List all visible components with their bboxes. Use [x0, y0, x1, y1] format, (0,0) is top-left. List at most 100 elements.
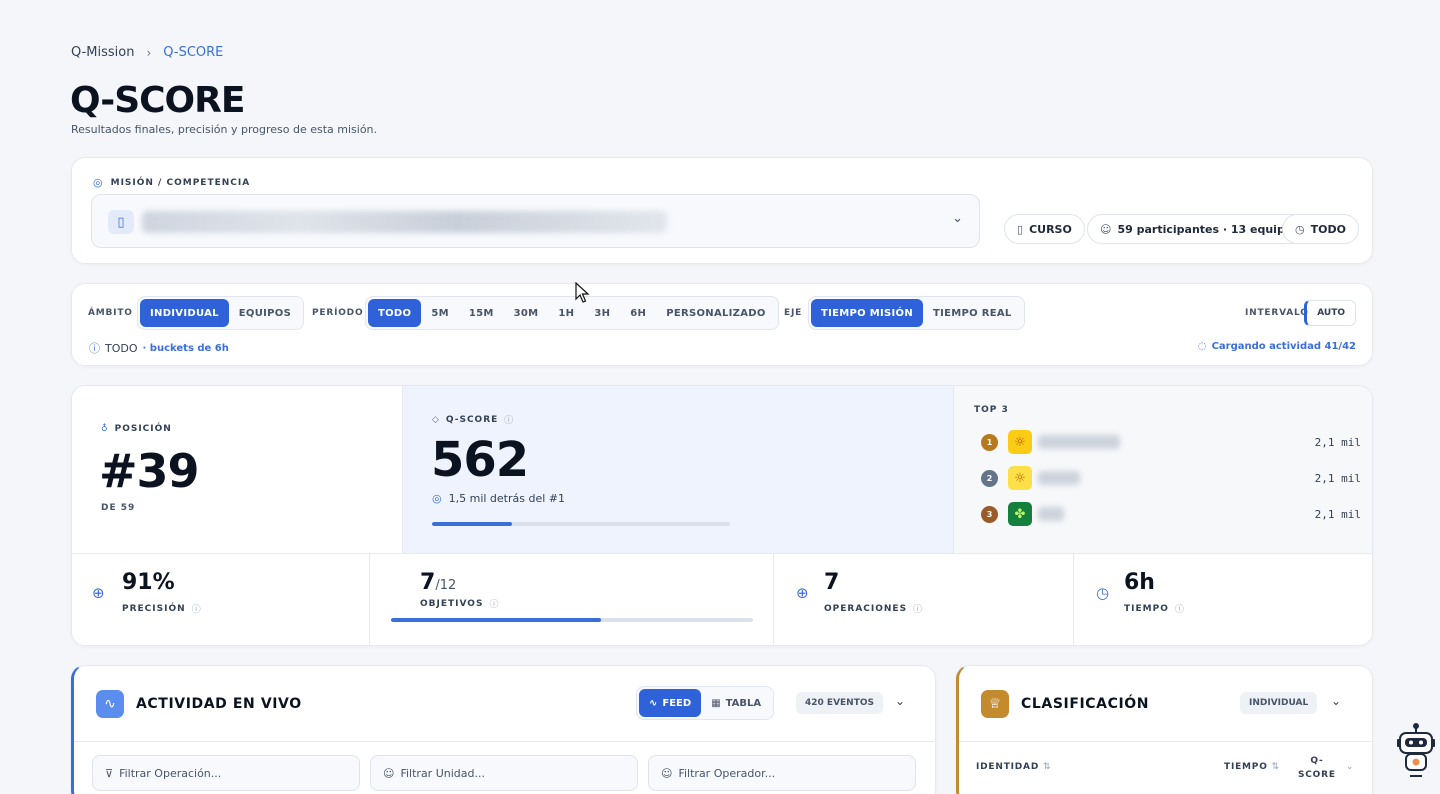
period-segment: TODO 5M 15M 30M 1H 3H 6H PERSONALIZADO	[365, 296, 779, 330]
top3-row[interactable]: 1 ☼ 2,1 mil	[981, 430, 1361, 454]
collapse-chevron-icon[interactable]: ⌄	[1331, 694, 1341, 708]
col-time[interactable]: TIEMPO ⇅	[1224, 762, 1280, 772]
breadcrumb: Q-Mission › Q-SCORE	[71, 45, 223, 60]
mission-select[interactable]: ▯ ⌄	[91, 194, 980, 248]
top3-score: 2,1 mil	[1314, 471, 1361, 485]
col-identity[interactable]: IDENTIDAD ⇅	[976, 762, 1051, 772]
axis-segment: TIEMPO MISIÓN TIEMPO REAL	[808, 296, 1025, 330]
qscore-panel: ◇ Q-SCORE ⓘ 562 ◎ 1,5 mil detrás del #1	[402, 386, 954, 553]
robot-assistant-icon[interactable]	[1396, 722, 1436, 782]
medal-icon: ♁	[101, 424, 109, 434]
view-toggle: ∿ FEED ▦ TABLA	[636, 686, 775, 720]
filter-operator-input[interactable]: ☺ Filtrar Operador...	[648, 755, 916, 791]
rank-badge: 2	[981, 469, 998, 487]
info-icon[interactable]: ⓘ	[913, 602, 923, 615]
ranking-title: CLASIFICACIÓN	[1021, 696, 1150, 712]
mission-label: ◎ MISIÓN / COMPETENCIA	[93, 176, 251, 189]
chevron-right-icon: ›	[146, 45, 152, 60]
activity-icon: ∿	[96, 690, 124, 718]
period-all[interactable]: TODO	[368, 299, 422, 327]
sun-icon: ☼	[1008, 466, 1032, 490]
period-custom[interactable]: PERSONALIZADO	[656, 299, 775, 327]
operations-value: 7	[824, 570, 840, 595]
objectives-cell: 7/12 OBJETIVOS ⓘ	[370, 554, 774, 645]
time-cell: ◷ 6h TIEMPO ⓘ	[1096, 570, 1185, 615]
position-panel: ♁ POSICIÓN #39 DE 59	[99, 424, 200, 513]
info-icon[interactable]: ⓘ	[489, 597, 499, 610]
ranking-card: ♕ CLASIFICACIÓN INDIVIDUAL ⌄ IDENTIDAD ⇅…	[956, 665, 1373, 794]
crosshair-icon: ⊕	[92, 584, 105, 602]
top3-row[interactable]: 2 ☼ 2,1 mil	[981, 466, 1361, 490]
scope-individual[interactable]: INDIVIDUAL	[140, 299, 229, 327]
page-title: Q-SCORE	[70, 80, 245, 121]
course-pill[interactable]: ▯ CURSO	[1004, 214, 1085, 244]
info-icon[interactable]: ⓘ	[1175, 602, 1185, 615]
position-of: DE 59	[101, 503, 136, 513]
live-activity-title: ACTIVIDAD EN VIVO	[136, 696, 302, 712]
sun-icon: ☼	[1008, 430, 1032, 454]
collapse-chevron-icon[interactable]: ⌄	[895, 694, 905, 708]
sort-icon: ⇅	[1043, 762, 1052, 772]
table-tab[interactable]: ▦ TABLA	[701, 689, 771, 717]
participant-name-redacted	[1038, 471, 1080, 485]
feed-tab[interactable]: ∿ FEED	[639, 689, 702, 717]
loading-status: ◌ Cargando actividad 41/42	[1197, 341, 1356, 352]
precision-value: 91%	[122, 570, 175, 595]
table-icon: ▦	[711, 697, 721, 709]
clock-icon: ◷	[1295, 222, 1305, 236]
period-5m[interactable]: 5M	[421, 299, 459, 327]
period-6h[interactable]: 6H	[620, 299, 656, 327]
qscore-behind: ◎ 1,5 mil detrás del #1	[432, 492, 565, 505]
top3-label: TOP 3	[974, 405, 1009, 415]
participant-name-redacted	[1038, 507, 1064, 521]
mission-card: ◎ MISIÓN / COMPETENCIA ▯ ⌄ ▯ CURSO ☺ 59 …	[71, 157, 1373, 264]
info-icon: ⓘ	[89, 342, 100, 355]
qscore-progress	[432, 522, 730, 526]
diamond-icon: ◇	[432, 414, 440, 425]
period-15m[interactable]: 15M	[459, 299, 504, 327]
user-icon: ☺	[383, 766, 395, 780]
interval-label: INTERVALO	[1245, 308, 1309, 318]
breadcrumb-root[interactable]: Q-Mission	[71, 45, 134, 60]
stats-card: ♁ POSICIÓN #39 DE 59 ◇ Q-SCORE ⓘ 562 ◎ 1…	[71, 385, 1373, 646]
top3-score: 2,1 mil	[1314, 435, 1361, 449]
top3-score: 2,1 mil	[1314, 507, 1361, 521]
interval-auto-button[interactable]: AUTO	[1304, 300, 1356, 326]
sort-icon: ⇅	[1271, 762, 1280, 772]
trophy-icon: ♕	[981, 690, 1009, 718]
filter-operation-input[interactable]: ⊽ Filtrar Operación...	[92, 755, 360, 791]
axis-real-time[interactable]: TIEMPO REAL	[923, 299, 1022, 327]
axis-label: EJE	[784, 308, 803, 318]
info-icon[interactable]: ⓘ	[504, 413, 514, 426]
filters-card: ÁMBITO INDIVIDUAL EQUIPOS PERÍODO TODO 5…	[71, 283, 1373, 366]
axis-mission-time[interactable]: TIEMPO MISIÓN	[811, 299, 924, 327]
scope-label: ÁMBITO	[88, 308, 133, 318]
book-icon: ▯	[1017, 222, 1024, 236]
activity-icon: ∿	[649, 697, 658, 709]
mouse-cursor-icon	[575, 282, 590, 303]
precision-cell: ⊕ 91% PRECISIÓN ⓘ	[72, 554, 370, 645]
participants-pill[interactable]: ☺ 59 participantes · 13 equipos	[1087, 214, 1312, 244]
filter-unit-input[interactable]: ☺ Filtrar Unidad...	[370, 755, 638, 791]
clock-icon: ◷	[1096, 584, 1110, 602]
info-icon[interactable]: ⓘ	[192, 602, 202, 615]
col-qscore[interactable]: Q- SCORE	[1298, 754, 1336, 782]
chevron-down-icon: ⌄	[952, 211, 963, 226]
filter-summary: ⓘ TODO · buckets de 6h	[89, 341, 229, 356]
objectives-value: 7	[420, 570, 436, 595]
page-subtitle: Resultados finales, precisión y progreso…	[71, 123, 378, 136]
scope-segment: INDIVIDUAL EQUIPOS	[137, 296, 305, 330]
qscore-progress-fill	[432, 522, 513, 526]
chevron-down-icon: ⌄	[1346, 762, 1354, 772]
breadcrumb-current: Q-SCORE	[163, 45, 224, 60]
target-icon: ◎	[432, 492, 442, 505]
objectives-total: /12	[435, 578, 457, 593]
scope-teams[interactable]: EQUIPOS	[229, 299, 301, 327]
spinner-icon: ◌	[1197, 341, 1207, 352]
position-value: #39	[99, 444, 200, 498]
period-30m[interactable]: 30M	[504, 299, 549, 327]
range-pill[interactable]: ◷ TODO	[1282, 214, 1359, 244]
ranking-mode-badge[interactable]: INDIVIDUAL	[1240, 692, 1318, 714]
top3-row[interactable]: 3 ✤ 2,1 mil	[981, 502, 1361, 526]
period-label: PERÍODO	[312, 308, 364, 318]
